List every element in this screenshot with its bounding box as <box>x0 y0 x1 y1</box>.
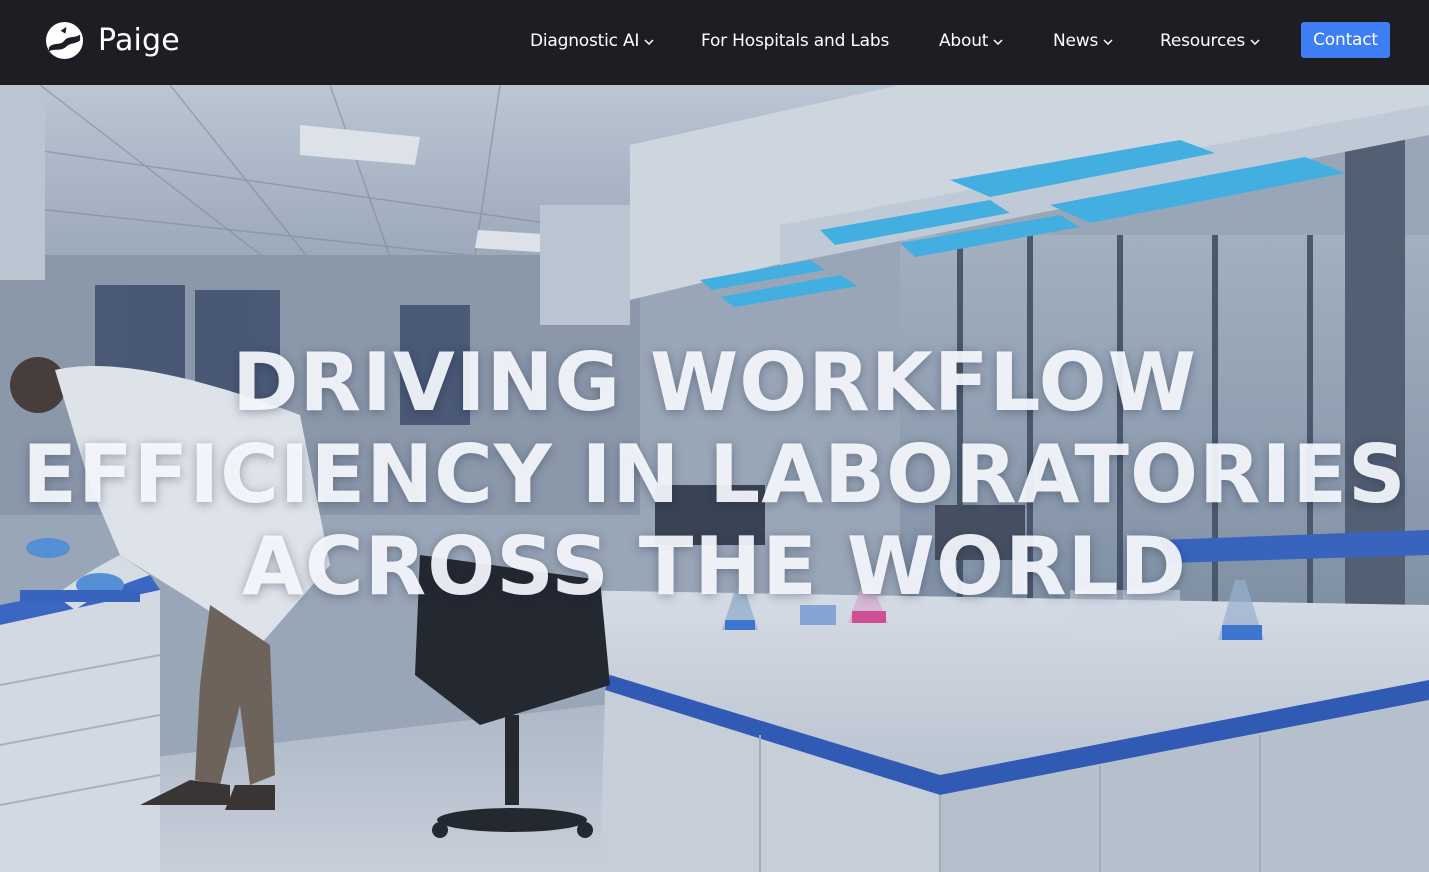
hero-headline-line: EFFICIENCY IN LABORATORIES <box>22 428 1407 521</box>
nav-item-label: Resources <box>1160 31 1246 51</box>
nav-item-label: About <box>939 31 989 51</box>
hero-headline-line: DRIVING WORKFLOW <box>232 336 1197 429</box>
hero-headline: DRIVING WORKFLOW EFFICIENCY IN LABORATOR… <box>0 337 1429 613</box>
main-nav: Diagnostic AI For Hospitals and Labs Abo… <box>0 0 1429 85</box>
nav-item-for-hospitals-and-labs[interactable]: For Hospitals and Labs <box>701 29 889 53</box>
nav-item-about[interactable]: About <box>939 29 1003 53</box>
nav-item-resources[interactable]: Resources <box>1160 29 1260 53</box>
brand-home-link[interactable]: Paige <box>45 21 180 60</box>
nav-item-label: Diagnostic AI <box>530 31 640 51</box>
paige-logo-icon <box>45 21 84 60</box>
nav-item-label: For Hospitals and Labs <box>701 31 890 51</box>
hero-headline-line: ACROSS THE WORLD <box>242 520 1187 613</box>
chevron-down-icon <box>644 39 654 45</box>
chevron-down-icon <box>1250 39 1260 45</box>
chevron-down-icon <box>1103 39 1113 45</box>
top-navbar: Paige Diagnostic AI For Hospitals and La… <box>0 0 1429 85</box>
chevron-down-icon <box>993 39 1003 45</box>
hero-section: DRIVING WORKFLOW EFFICIENCY IN LABORATOR… <box>0 85 1429 872</box>
nav-item-label: News <box>1053 31 1099 51</box>
brand-name: Paige <box>98 23 180 58</box>
nav-item-news[interactable]: News <box>1053 29 1113 53</box>
contact-button[interactable]: Contact <box>1301 22 1390 58</box>
nav-item-diagnostic-ai[interactable]: Diagnostic AI <box>530 29 654 53</box>
